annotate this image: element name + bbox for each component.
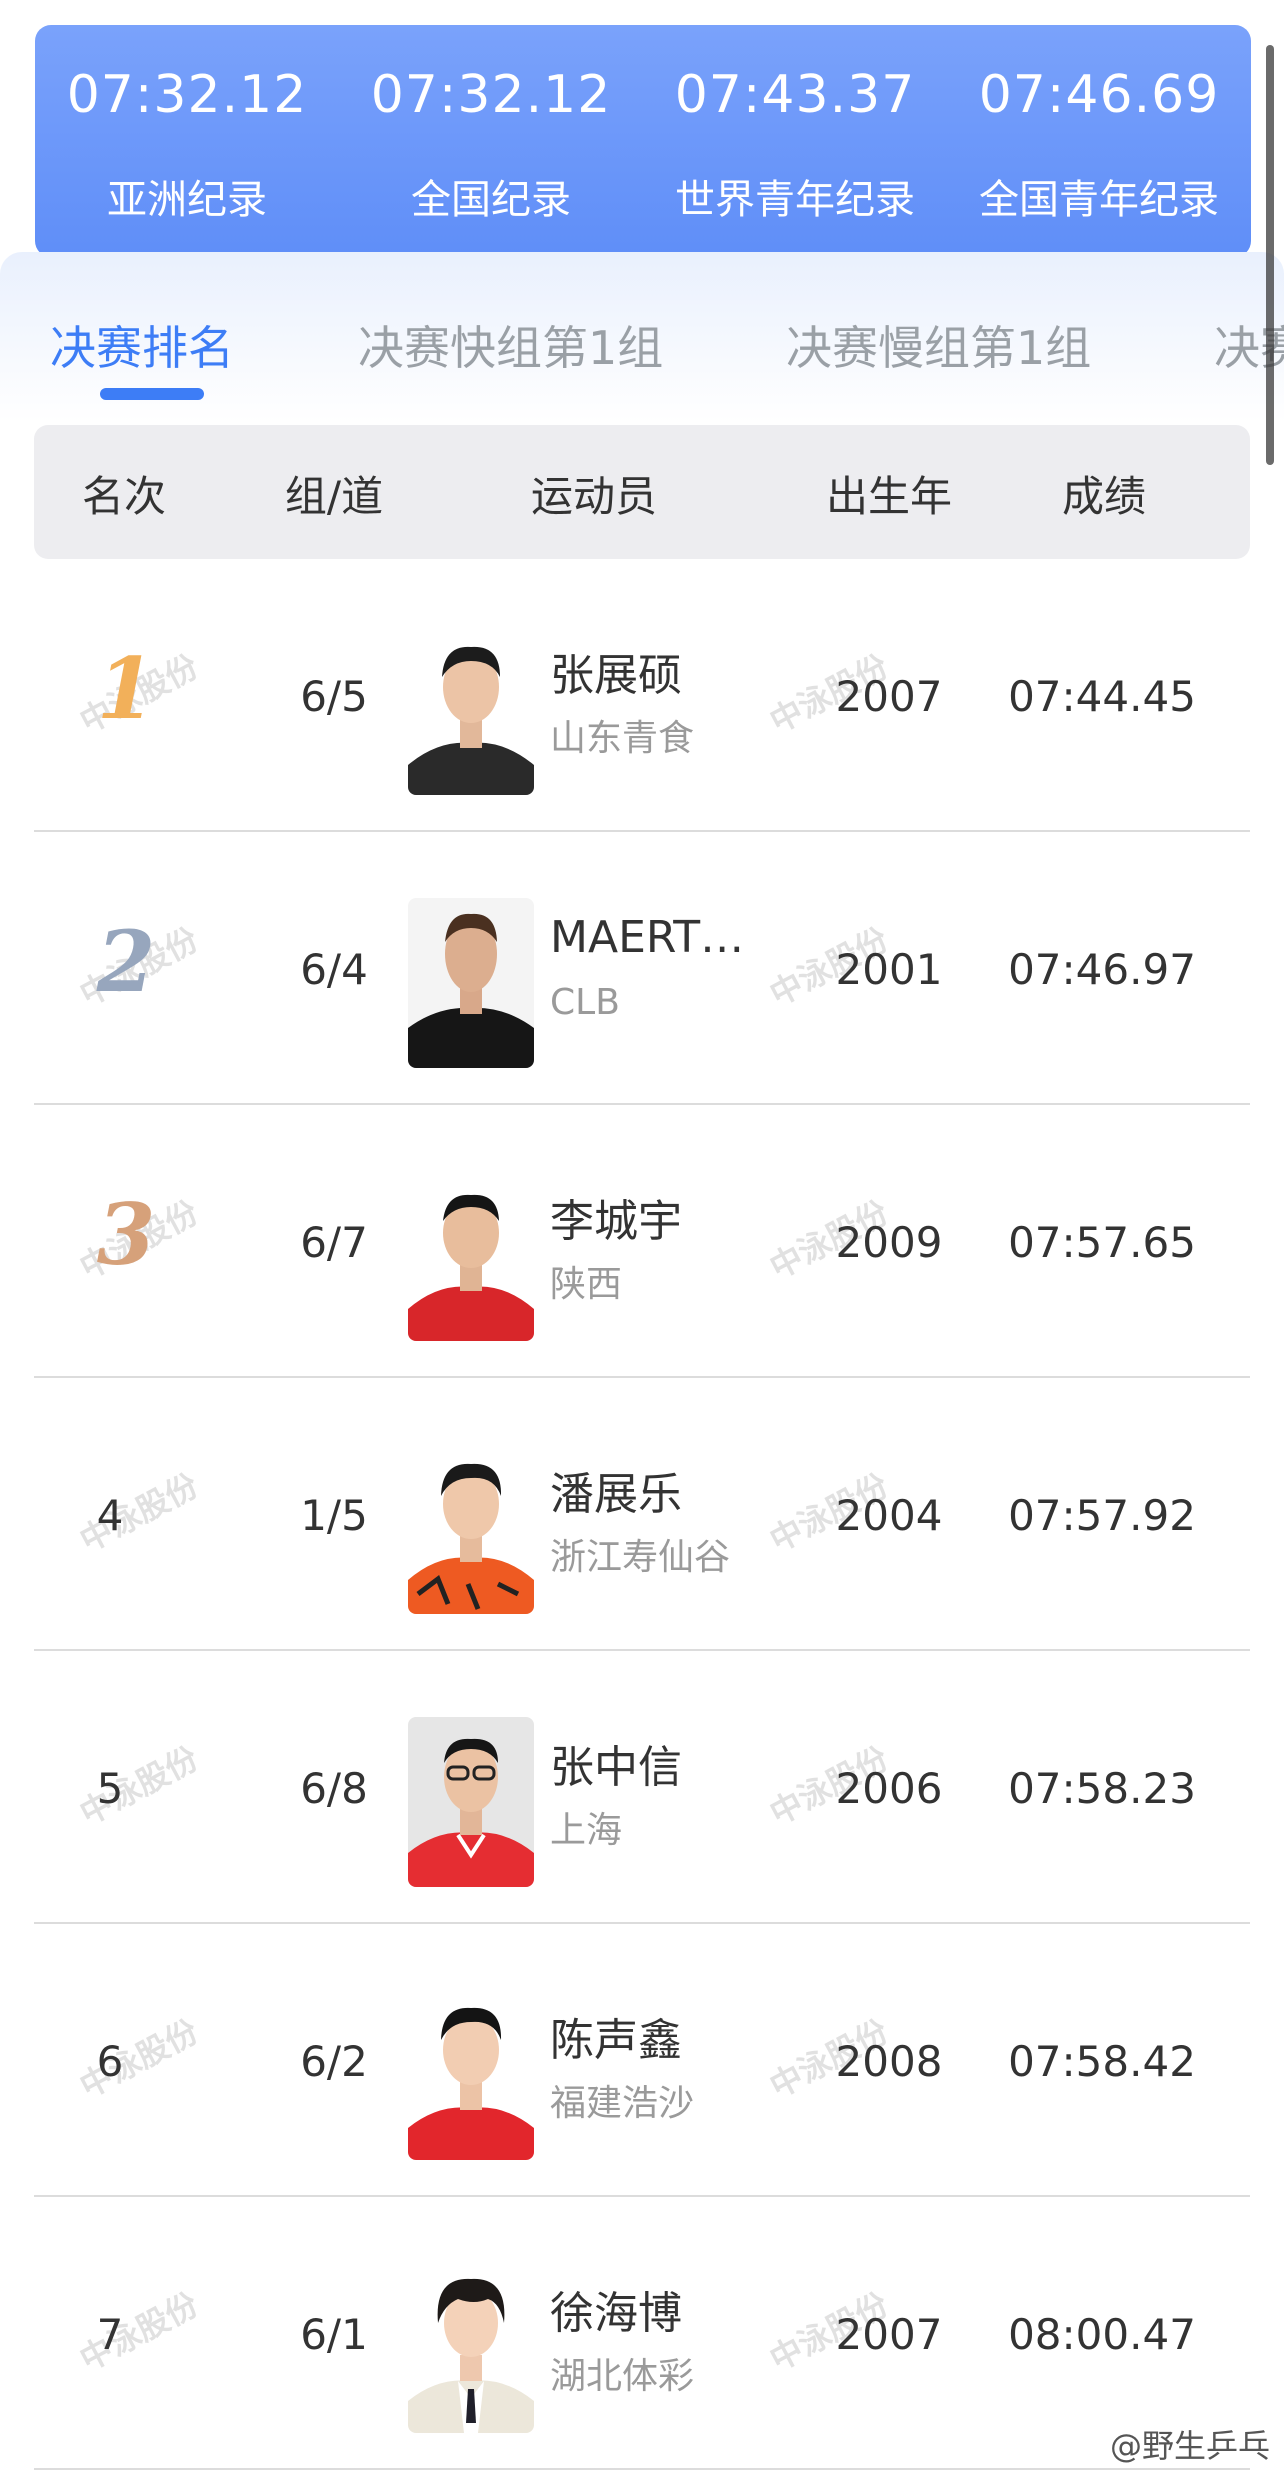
athlete-team: 福建浩沙 xyxy=(550,2083,695,2124)
athlete-team: 山东青食 xyxy=(550,718,695,759)
record-label: 亚洲纪录 xyxy=(107,177,267,223)
record-label: 全国青年纪录 xyxy=(979,177,1219,223)
table-row[interactable]: 中泳股份 中泳股份 5 6/8 张中信 上海 2006 07:58.23 xyxy=(34,1651,1250,1924)
silver-medal-icon: 2 xyxy=(96,912,156,1011)
header-birth: 出生年 xyxy=(825,472,952,521)
tab-fast-heat-1[interactable]: 决赛快组第1组 xyxy=(358,312,663,378)
bronze-medal-icon: 3 xyxy=(96,1185,156,1284)
tab-active-indicator xyxy=(100,388,204,400)
score: 07:57.92 xyxy=(1008,1491,1196,1540)
tab-slow-heat-1[interactable]: 决赛慢组第1组 xyxy=(786,312,1091,378)
record-time: 07:32.12 xyxy=(66,65,308,125)
rank: 5 xyxy=(96,1764,124,1813)
athlete-photo xyxy=(408,1717,534,1887)
athlete-team: CLB xyxy=(550,982,620,1023)
table-row[interactable]: 中泳股份 中泳股份 3 6/7 李城宇 陕西 2009 07:57.65 xyxy=(34,1105,1250,1378)
record-asian: 07:32.12 亚洲纪录 xyxy=(35,25,339,257)
athlete-photo xyxy=(408,625,534,795)
record-national-junior: 07:46.69 全国青年纪录 xyxy=(947,25,1251,257)
rank: 6 xyxy=(96,2037,124,2086)
lane: 6/4 xyxy=(300,945,368,994)
athlete-photo xyxy=(408,1990,534,2160)
lane: 6/7 xyxy=(300,1218,368,1267)
table-row[interactable]: 中泳股份 中泳股份 4 1/5 潘展乐 浙江寿仙谷 2004 07:57.92 xyxy=(34,1378,1250,1651)
lane: 1/5 xyxy=(300,1491,368,1540)
lane: 6/8 xyxy=(300,1764,368,1813)
score: 07:57.65 xyxy=(1008,1218,1196,1267)
score: 07:58.23 xyxy=(1008,1764,1196,1813)
header-rank: 名次 xyxy=(81,472,166,521)
athlete-team: 陕西 xyxy=(550,1264,623,1305)
tab-bar: 决赛排名 决赛快组第1组 决赛慢组第1组 决赛 xyxy=(0,312,1284,392)
athlete-team: 湖北体彩 xyxy=(550,2356,695,2397)
gold-medal-icon: 1 xyxy=(96,639,156,738)
athlete-photo xyxy=(408,1171,534,1341)
tab-final-ranking[interactable]: 决赛排名 xyxy=(50,312,234,378)
header-lane: 组/道 xyxy=(284,472,384,521)
scrollbar[interactable] xyxy=(1266,45,1274,465)
record-time: 07:43.37 xyxy=(674,65,916,125)
athlete-name: 张展硕 xyxy=(550,650,682,701)
records-banner: 07:32.12 亚洲纪录 07:32.12 全国纪录 07:43.37 世界青… xyxy=(35,25,1251,257)
record-label: 世界青年纪录 xyxy=(675,177,915,223)
athlete-name: 潘展乐 xyxy=(550,1469,682,1520)
rank: 7 xyxy=(96,2310,124,2359)
athlete-name: 李城宇 xyxy=(550,1196,682,1247)
score: 07:46.97 xyxy=(1008,945,1196,994)
source-credit: @野生乒乓 xyxy=(1109,2427,1270,2465)
table-row[interactable]: 中泳股份 中泳股份 6 6/2 陈声鑫 福建浩沙 2008 07:58.42 xyxy=(34,1924,1250,2197)
record-time: 07:32.12 xyxy=(370,65,612,125)
athlete-name: 陈声鑫 xyxy=(550,2015,682,2066)
athlete-name: 张中信 xyxy=(550,1742,682,1793)
athlete-team: 浙江寿仙谷 xyxy=(550,1537,731,1578)
header-athlete: 运动员 xyxy=(530,472,657,521)
lane: 6/2 xyxy=(300,2037,368,2086)
table-row[interactable]: 中泳股份 中泳股份 2 6/4 MAERT… CLB 2001 07:46.97 xyxy=(34,832,1250,1105)
athlete-photo xyxy=(408,898,534,1068)
score: 08:00.47 xyxy=(1008,2310,1196,2359)
athlete-photo xyxy=(408,2263,534,2433)
record-national: 07:32.12 全国纪录 xyxy=(339,25,643,257)
score: 07:58.42 xyxy=(1008,2037,1196,2086)
athlete-name: MAERT… xyxy=(550,912,745,963)
table-row[interactable]: 中泳股份 中泳股份 7 6/1 徐海博 湖北体彩 2007 08:00.47 xyxy=(34,2197,1250,2470)
record-time: 07:46.69 xyxy=(978,65,1220,125)
lane: 6/5 xyxy=(300,672,368,721)
table-row[interactable]: 中泳股份 中泳股份 1 6/5 张展硕 山东青食 2007 07:44.45 xyxy=(34,559,1250,832)
athlete-team: 上海 xyxy=(550,1810,623,1851)
athlete-photo xyxy=(408,1444,534,1614)
score: 07:44.45 xyxy=(1008,672,1196,721)
header-score: 成绩 xyxy=(1061,472,1146,521)
record-world-junior: 07:43.37 世界青年纪录 xyxy=(643,25,947,257)
lane: 6/1 xyxy=(300,2310,368,2359)
table-header: 名次 组/道 运动员 出生年 成绩 xyxy=(34,425,1250,559)
athlete-name: 徐海博 xyxy=(550,2288,682,2339)
record-label: 全国纪录 xyxy=(411,177,571,223)
rank: 4 xyxy=(96,1491,124,1540)
